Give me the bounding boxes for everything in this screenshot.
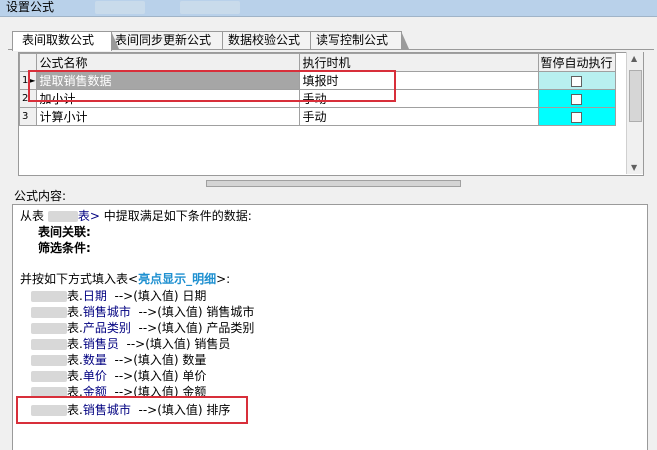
mapping-target-field: 销售城市 — [206, 305, 255, 319]
mapping-line: 表.销售城市 -->(填入值) 销售城市 — [31, 305, 254, 319]
mapping-source-field: 数量 — [82, 353, 107, 367]
tab-label: 表间取数公式 — [21, 33, 94, 47]
cell-timing[interactable]: 手动 — [298, 107, 539, 126]
title-bar: 设置公式 — [0, 0, 657, 17]
join-label: 表间关联: — [38, 225, 91, 239]
mapping-source-field: 销售城市 — [82, 305, 131, 319]
mapping-line: 表.日期 -->(填入值) 日期 — [31, 289, 206, 303]
mapping-arrow: -->(填入值) — [114, 353, 179, 367]
column-header-name[interactable]: 公式名称 — [35, 53, 300, 72]
blurred-region — [31, 339, 67, 350]
mapping-line: 表.产品类别 -->(填入值) 产品类别 — [31, 321, 254, 335]
blurred-region — [31, 355, 67, 366]
mapping-target-field: 数量 — [182, 353, 207, 367]
cell-pause — [537, 71, 616, 90]
scroll-down-arrow-icon[interactable]: ▼ — [631, 163, 637, 172]
highlight-box-row — [28, 70, 396, 102]
tab-table-sync[interactable]: 表间同步更新公式 — [108, 31, 233, 49]
tab-label: 数据校验公式 — [227, 33, 300, 47]
mapping-arrow: -->(填入值) — [114, 369, 179, 383]
fill-suffix: >: — [216, 272, 231, 286]
fill-line: 并按如下方式填入表<亮点显示_明细>: — [20, 272, 230, 286]
blurred-region — [95, 1, 145, 14]
pause-checkbox[interactable] — [571, 111, 583, 123]
source-table-name: 表> — [77, 209, 100, 223]
tab-table-fetch[interactable]: 表间取数公式 — [12, 31, 119, 51]
tab-read-write-control[interactable]: 读写控制公式 — [310, 31, 409, 49]
mapping-target-field: 产品类别 — [206, 321, 255, 335]
mapping-source-field: 销售员 — [82, 337, 119, 351]
blurred-region — [47, 211, 78, 222]
blurred-region — [180, 1, 240, 14]
mapping-arrow: -->(填入值) — [138, 321, 203, 335]
tab-label: 表间同步更新公式 — [114, 33, 211, 47]
column-header-pause[interactable]: 暂停自动执行 — [537, 53, 616, 72]
window-title: 设置公式 — [6, 0, 55, 14]
mapping-line: 表.销售员 -->(填入值) 销售员 — [31, 337, 230, 351]
mapping-target-field: 单价 — [182, 369, 207, 383]
scroll-thumb[interactable] — [629, 70, 642, 122]
source-prefix: 从表 — [20, 209, 45, 223]
pause-checkbox[interactable] — [571, 93, 583, 105]
mapping-arrow: -->(填入值) — [114, 289, 179, 303]
splitter-handle[interactable] — [206, 180, 461, 187]
grid-vertical-scrollbar[interactable]: ▲ ▼ — [626, 52, 643, 174]
mapping-source-field: 单价 — [82, 369, 107, 383]
row-number: 3 — [19, 107, 37, 126]
formula-content-label: 公式内容: — [14, 189, 67, 203]
blurred-region — [31, 291, 67, 302]
blurred-region — [31, 371, 67, 382]
fill-prefix: 并按如下方式填入表< — [20, 272, 139, 286]
mapping-arrow: -->(填入值) — [138, 305, 203, 319]
mapping-line: 表.数量 -->(填入值) 数量 — [31, 353, 206, 367]
blurred-region — [31, 307, 67, 318]
mapping-source-field: 日期 — [82, 289, 107, 303]
mapping-source-field: 产品类别 — [82, 321, 131, 335]
mapping-target-field: 日期 — [182, 289, 207, 303]
row-header-corner — [19, 53, 37, 72]
scroll-up-arrow-icon[interactable]: ▲ — [631, 54, 637, 63]
filter-label: 筛选条件: — [38, 241, 91, 255]
table-row[interactable]: 3 计算小计 手动 — [19, 107, 616, 126]
source-line: 从表 表> 中提取满足如下条件的数据: — [20, 209, 252, 223]
blurred-region — [31, 323, 67, 334]
tab-label: 读写控制公式 — [315, 33, 388, 47]
cell-pause — [537, 89, 616, 108]
cell-pause — [537, 107, 616, 126]
mapping-line: 表.单价 -->(填入值) 单价 — [31, 369, 206, 383]
column-header-timing[interactable]: 执行时机 — [298, 53, 539, 72]
mapping-arrow: -->(填入值) — [126, 337, 191, 351]
cell-formula-name[interactable]: 计算小计 — [35, 107, 300, 126]
target-table-name: 亮点显示_明细 — [138, 272, 217, 286]
source-suffix: 中提取满足如下条件的数据: — [99, 209, 252, 223]
grid-header-row: 公式名称 执行时机 暂停自动执行 — [19, 53, 616, 72]
mapping-target-field: 销售员 — [194, 337, 231, 351]
highlight-box-mapping — [16, 396, 248, 424]
tab-data-validation[interactable]: 数据校验公式 — [222, 31, 321, 49]
pause-checkbox[interactable] — [571, 75, 583, 87]
